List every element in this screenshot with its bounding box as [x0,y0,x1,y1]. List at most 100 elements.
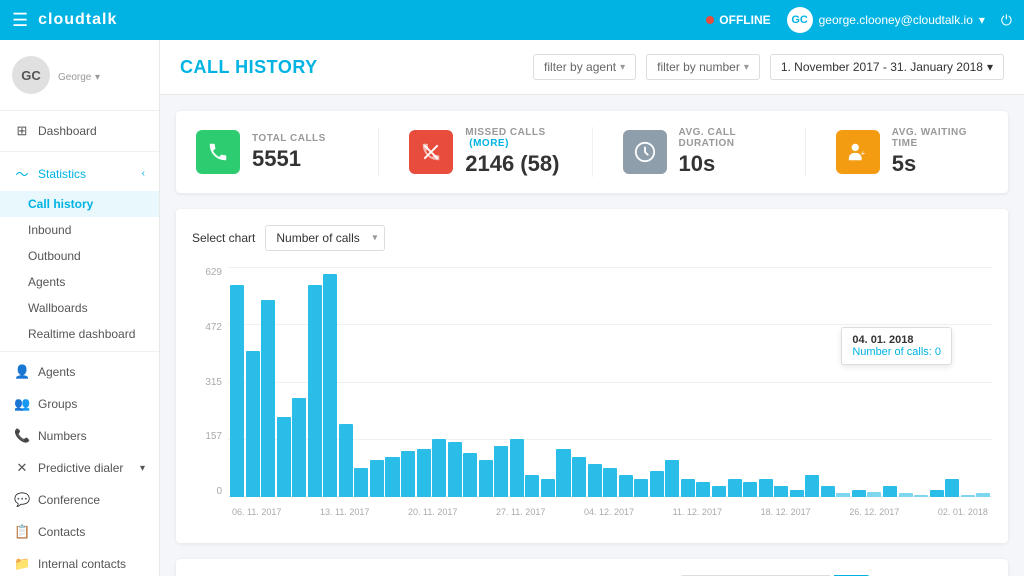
sidebar-item-contacts[interactable]: 📋 Contacts [0,516,159,548]
power-icon[interactable]: ⏻ [1001,12,1012,29]
chart-bar[interactable] [728,479,742,497]
filter-number-select[interactable]: filter by number ▾ [646,54,760,80]
chevron-down-icon: ▾ [979,13,985,27]
x-label: 04. 12. 2017 [584,507,634,517]
sidebar-item-agents[interactable]: 👤 Agents [0,356,159,388]
chart-type-select-wrap[interactable]: Number of calls [265,225,385,251]
chart-bar[interactable] [463,453,477,497]
sidebar-item-conference[interactable]: 💬 Conference [0,484,159,516]
chart-bar[interactable] [370,460,384,497]
chart-bar[interactable] [572,457,586,497]
sidebar-item-numbers[interactable]: 📞 Numbers [0,420,159,452]
page-title: CALL HISTORY [180,57,318,78]
chart-bar[interactable] [494,446,508,497]
sidebar-user-name[interactable]: George ▾ [58,68,100,83]
chart-bar[interactable] [308,285,322,497]
stat-divider [592,127,593,177]
stat-missed-calls: MISSED CALLS (MORE) 2146 (58) [409,127,561,177]
nav-section: ⊞ Dashboard 〜 Statistics ‹ Call history … [0,111,159,576]
chart-bar[interactable] [448,442,462,497]
chart-bar[interactable] [650,471,664,497]
date-range-label: 1. November 2017 - 31. January 2018 [781,60,983,74]
chart-bar[interactable] [774,486,788,497]
chart-bar[interactable] [479,460,493,497]
sidebar-item-label: Dashboard [38,124,97,138]
chart-bar[interactable] [665,460,679,497]
user-menu[interactable]: GC george.clooney@cloudtalk.io ▾ [787,7,985,33]
chart-bar[interactable] [603,468,617,497]
chart-bar[interactable] [930,490,944,497]
stat-value: 10s [679,151,775,177]
menu-icon[interactable]: ☰ [12,10,28,31]
stats-row: TOTAL CALLS 5551 MISSED CALLS (MORE) 214… [176,111,1008,193]
filter-agent-label: filter by agent [544,60,616,74]
chevron-icon: ‹ [142,168,145,179]
more-link[interactable]: (MORE) [469,138,509,149]
chart-bar[interactable] [852,490,866,497]
sidebar-item-label: Statistics [38,167,86,181]
chart-bar[interactable] [759,479,773,497]
chart-bar[interactable] [805,475,819,497]
sidebar-item-call-history[interactable]: Call history [0,191,159,217]
sidebar-item-groups[interactable]: 👥 Groups [0,388,159,420]
filter-agent-select[interactable]: filter by agent ▾ [533,54,636,80]
sidebar-item-dashboard[interactable]: ⊞ Dashboard [0,115,159,147]
sidebar-item-predictive-dialer[interactable]: ✕ Predictive dialer ▾ [0,452,159,484]
sidebar-item-outbound[interactable]: Outbound [0,243,159,269]
chart-bar[interactable] [277,417,291,497]
chart-bar[interactable] [696,482,710,497]
chart-bar[interactable] [510,439,524,498]
chart-area: 629 472 315 157 0 [192,267,992,527]
sidebar-item-wallboards[interactable]: Wallboards [0,295,159,321]
chart-bar[interactable] [246,351,260,497]
sidebar-item-realtime[interactable]: Realtime dashboard [0,321,159,347]
sidebar-item-statistics[interactable]: 〜 Statistics ‹ [0,156,159,191]
statistics-icon: 〜 [14,164,30,183]
chart-bar[interactable] [339,424,353,497]
chart-bar[interactable] [634,479,648,497]
chart-type-select[interactable]: Number of calls [265,225,385,251]
chart-bar[interactable] [790,490,804,497]
chart-bar[interactable] [385,457,399,497]
chart-bar[interactable] [743,482,757,497]
y-label: 0 [216,486,222,497]
caret-icon: ▾ [987,60,993,74]
main-content: CALL HISTORY filter by agent ▾ filter by… [160,40,1024,576]
agents-icon: 👤 [14,364,30,380]
stat-divider [378,127,379,177]
date-range-picker[interactable]: 1. November 2017 - 31. January 2018 ▾ [770,54,1004,80]
chart-controls: Select chart Number of calls [192,225,992,251]
chart-bar[interactable] [821,486,835,497]
chart-bar[interactable] [401,451,415,497]
sidebar-item-inbound[interactable]: Inbound [0,217,159,243]
chart-bar[interactable] [712,486,726,497]
sidebar-item-agents-sub[interactable]: Agents [0,269,159,295]
chart-bar[interactable] [945,479,959,497]
page-header: CALL HISTORY filter by agent ▾ filter by… [160,40,1024,95]
chart-bar[interactable] [230,285,244,497]
caret-icon: ▾ [744,62,749,73]
status-label: OFFLINE [719,13,770,27]
chart-bar[interactable] [619,475,633,497]
chart-bar[interactable] [354,468,368,497]
stat-divider [805,127,806,177]
sidebar-sub-label: Call history [28,197,93,211]
chart-bar[interactable] [261,300,275,497]
chart-bar[interactable] [556,449,570,497]
sidebar-sub-label: Inbound [28,223,71,237]
chart-bar[interactable] [323,274,337,497]
sidebar-item-label: Agents [38,365,75,379]
stat-info: AVG. WAITING TIME 5s [892,127,988,177]
chart-bar[interactable] [525,475,539,497]
chart-bar[interactable] [417,449,431,497]
chart-bar[interactable] [292,398,306,497]
stat-avg-waiting-time: + AVG. WAITING TIME 5s [836,127,988,177]
chart-bar[interactable] [588,464,602,497]
x-label: 11. 12. 2017 [673,507,722,517]
chart-bar[interactable] [541,479,555,497]
chart-bar[interactable] [432,439,446,498]
chart-bar[interactable] [681,479,695,497]
sidebar-item-internal-contacts[interactable]: 📁 Internal contacts [0,548,159,576]
x-label: 02. 01. 2018 [938,507,988,517]
chart-bar[interactable] [883,486,897,497]
